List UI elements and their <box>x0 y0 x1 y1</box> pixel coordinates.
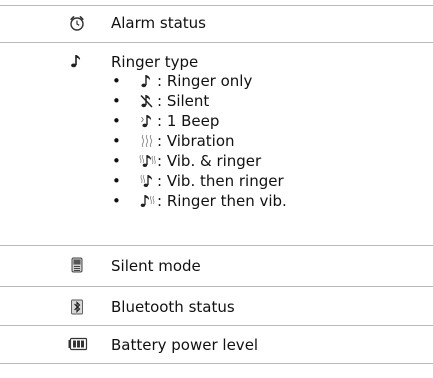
list-item: • : Vib. & ringer <box>111 151 411 171</box>
bullet: • <box>112 132 121 150</box>
beep-note-icon <box>138 112 156 130</box>
row-label-silent-mode: Silent mode <box>111 257 201 275</box>
silent-note-icon <box>138 92 156 110</box>
row-label-bluetooth: Bluetooth status <box>111 298 235 316</box>
list-item-text: : Vib. & ringer <box>157 152 262 170</box>
bullet: • <box>112 172 121 190</box>
music-note-icon <box>68 52 86 70</box>
bullet: • <box>112 72 121 90</box>
battery-icon <box>68 336 88 354</box>
table-row-bluetooth: Bluetooth status <box>0 286 433 325</box>
vibration-icon <box>138 132 156 150</box>
table-row-ringer-type: Ringer type • : Ringer only •: Silent •… <box>0 42 433 245</box>
list-item-text: : Vib. then ringer <box>157 172 284 190</box>
list-item: • : Silent <box>111 91 411 111</box>
bullet: • <box>112 192 121 210</box>
list-item: • : 1 Beep <box>111 111 411 131</box>
music-note-icon <box>138 72 156 90</box>
list-item: • : Ringer only <box>111 71 411 91</box>
list-item-text: : 1 Beep <box>157 112 220 130</box>
vibration-then-ringer-icon <box>138 172 156 190</box>
row-label-alarm: Alarm status <box>111 14 206 32</box>
list-item-text: : Vibration <box>157 132 235 150</box>
table-row-alarm: Alarm status <box>0 5 433 42</box>
silent-mode-phone-icon <box>68 256 86 274</box>
list-item-text: : Silent <box>157 92 210 110</box>
list-item-text: : Ringer only <box>157 72 253 90</box>
list-item: • : Ringer then vib. <box>111 191 411 211</box>
bullet: • <box>112 112 121 130</box>
bullet: • <box>112 152 121 170</box>
ringer-then-vibration-icon <box>138 192 156 210</box>
list-item: • : Vib. then ringer <box>111 171 411 191</box>
alarm-clock-icon <box>68 14 86 32</box>
vibration-and-ringer-icon <box>138 152 156 170</box>
list-item-text: : Ringer then vib. <box>157 192 287 210</box>
table-row-battery: Battery power level <box>0 325 433 364</box>
bullet: • <box>112 92 121 110</box>
list-item: • : Vibration <box>111 131 411 151</box>
row-label-ringer-type: Ringer type <box>111 53 199 71</box>
row-label-battery: Battery power level <box>111 336 259 354</box>
ringer-type-list: • : Ringer only •: Silent •: 1 Beep • … <box>111 71 411 241</box>
bluetooth-icon <box>68 298 86 316</box>
table-row-silent-mode: Silent mode <box>0 245 433 286</box>
